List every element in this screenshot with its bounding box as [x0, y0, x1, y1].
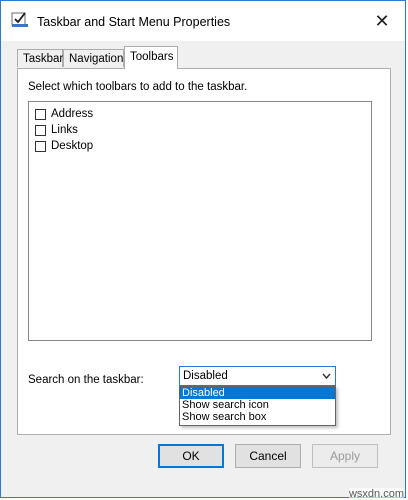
ok-button[interactable]: OK	[158, 444, 224, 468]
links-label: Links	[51, 124, 78, 136]
properties-dialog: Taskbar and Start Menu Properties ✕ Task…	[0, 0, 406, 498]
search-dropdown-list: Disabled Show search icon Show search bo…	[179, 386, 336, 426]
cancel-button[interactable]: Cancel	[235, 444, 301, 468]
address-checkbox[interactable]	[35, 108, 46, 120]
list-item-links[interactable]: Links	[35, 122, 78, 138]
desktop-label: Desktop	[51, 140, 94, 152]
close-button[interactable]: ✕	[359, 1, 405, 41]
search-select-value: Disabled	[183, 370, 228, 382]
address-label: Address	[51, 108, 94, 120]
toolbars-list[interactable]: Address Links Desktop	[28, 101, 372, 341]
toolbars-instruction: Select which toolbars to add to the task…	[28, 81, 248, 93]
close-icon: ✕	[374, 10, 390, 31]
toolbars-panel: Select which toolbars to add to the task…	[17, 68, 391, 435]
desktop-checkbox[interactable]	[35, 140, 46, 152]
option-show-search-box[interactable]: Show search box	[180, 411, 335, 423]
search-select[interactable]: Disabled	[179, 366, 336, 386]
window-title: Taskbar and Start Menu Properties	[37, 15, 231, 29]
title-bar: Taskbar and Start Menu Properties ✕	[1, 1, 405, 41]
option-disabled[interactable]: Disabled	[180, 387, 335, 399]
tab-taskbar[interactable]: Taskbar	[17, 49, 63, 67]
tab-toolbars[interactable]: Toolbars	[124, 46, 178, 69]
watermark: wsxdn.com	[348, 488, 404, 500]
taskbar-properties-icon	[11, 11, 29, 29]
list-item-address[interactable]: Address	[35, 106, 93, 122]
links-checkbox[interactable]	[35, 124, 46, 136]
list-item-desktop[interactable]: Desktop	[35, 138, 93, 154]
apply-button[interactable]: Apply	[312, 444, 378, 468]
search-label: Search on the taskbar:	[28, 374, 144, 386]
tab-navigation[interactable]: Navigation	[63, 49, 124, 67]
option-show-search-icon[interactable]: Show search icon	[180, 399, 335, 411]
